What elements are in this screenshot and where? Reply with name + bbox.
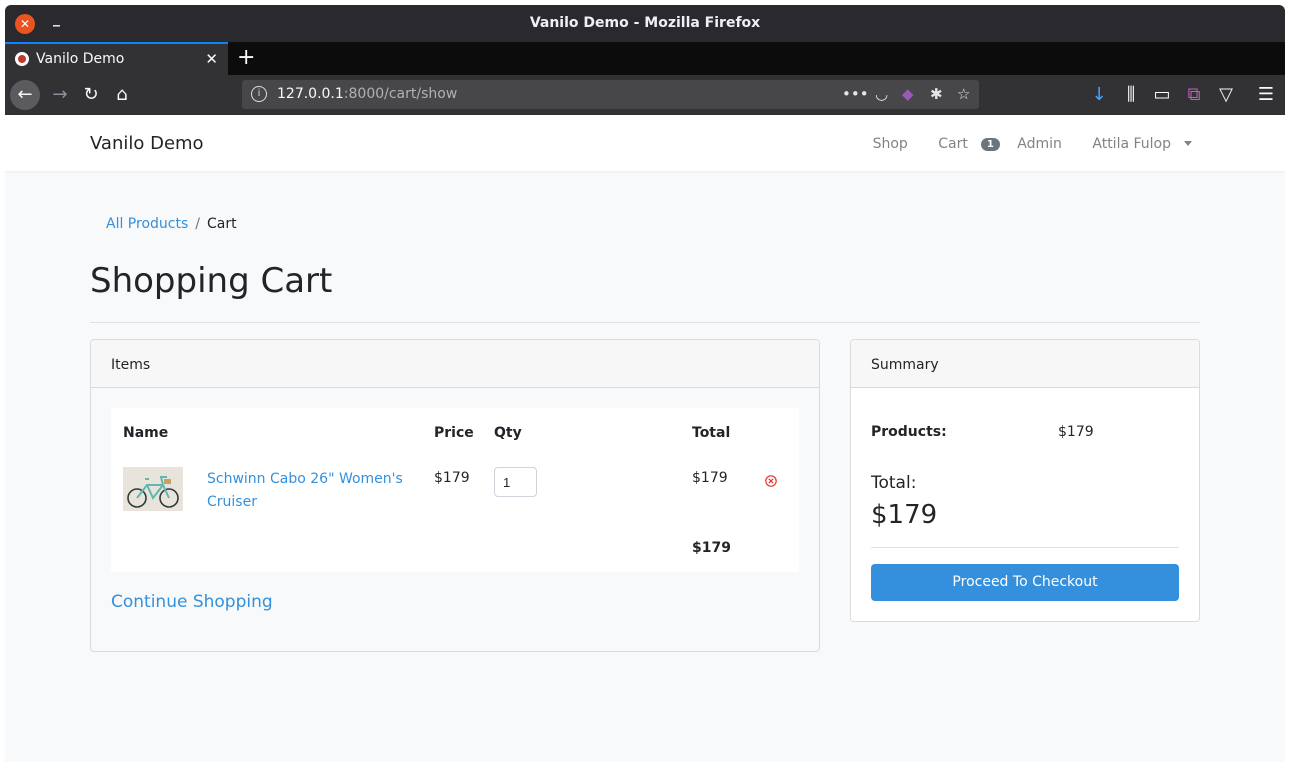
product-name-link[interactable]: Schwinn Cabo 26" Women's Cruiser xyxy=(207,468,407,514)
back-arrow-icon[interactable]: ← xyxy=(10,80,40,110)
cart-count-badge: 1 xyxy=(980,138,1000,151)
cart-grand-total: $179 xyxy=(692,540,731,556)
quantity-input[interactable] xyxy=(494,467,537,497)
title-bar: ✕ _ Vanilo Demo - Mozilla Firefox xyxy=(5,5,1285,42)
bicycle-icon xyxy=(123,467,183,511)
site-nav-links: Shop Cart 1 Admin Attila Fulop xyxy=(860,136,1192,152)
home-icon[interactable]: ⌂ xyxy=(110,83,134,107)
site-favicon-icon xyxy=(15,52,29,66)
extension-icon[interactable]: ◆ xyxy=(902,85,914,103)
forward-arrow-icon[interactable]: → xyxy=(48,83,72,107)
proceed-to-checkout-button[interactable]: Proceed To Checkout xyxy=(871,564,1179,601)
nav-link-shop[interactable]: Shop xyxy=(873,136,908,152)
items-card-header: Items xyxy=(91,340,819,388)
summary-card: Summary Products: $179 Total: $179 Proce… xyxy=(850,339,1200,622)
summary-divider xyxy=(871,547,1179,548)
items-card: Items Name Price Qty Total Schwinn Cabo … xyxy=(90,339,820,652)
site-brand[interactable]: Vanilo Demo xyxy=(90,133,204,154)
column-header-price: Price xyxy=(434,425,474,441)
bookmark-star-icon[interactable]: ☆ xyxy=(957,85,970,103)
reload-icon[interactable]: ↻ xyxy=(79,83,103,107)
summary-products-value: $179 xyxy=(1058,424,1094,440)
tab-label: Vanilo Demo xyxy=(36,51,125,67)
vue-devtools-icon[interactable]: ▽ xyxy=(1214,83,1238,107)
window-title: Vanilo Demo - Mozilla Firefox xyxy=(529,15,761,31)
product-image[interactable] xyxy=(123,467,183,511)
url-bar[interactable]: i 127.0.0.1:8000/cart/show ••• ◡ ◆ ✱ ☆ xyxy=(242,80,979,109)
pocket-icon[interactable]: ◡ xyxy=(875,85,888,103)
breadcrumb: All Products / Cart xyxy=(106,216,237,232)
caret-down-icon xyxy=(1184,141,1192,146)
breadcrumb-all-products[interactable]: All Products xyxy=(106,216,188,232)
column-header-total: Total xyxy=(692,425,731,441)
column-header-name: Name xyxy=(123,425,169,441)
remove-item-icon[interactable] xyxy=(765,475,777,487)
summary-card-header: Summary xyxy=(851,340,1199,388)
title-divider xyxy=(90,322,1200,323)
browser-window: ✕ _ Vanilo Demo - Mozilla Firefox Vanilo… xyxy=(5,5,1285,762)
tab-vanilo-demo[interactable]: Vanilo Demo ✕ xyxy=(5,42,228,75)
containers-icon[interactable]: ⧉ xyxy=(1182,83,1206,107)
column-header-qty: Qty xyxy=(494,425,522,441)
nav-link-admin[interactable]: Admin xyxy=(1017,136,1062,152)
cart-items-table: Name Price Qty Total Schwinn Cabo 26" Wo… xyxy=(111,408,799,572)
continue-shopping-link[interactable]: Continue Shopping xyxy=(111,592,273,612)
summary-total-label: Total: xyxy=(871,473,917,493)
site-info-icon[interactable]: i xyxy=(251,86,267,102)
site-navbar: Vanilo Demo Shop Cart 1 Admin Attila Fulo… xyxy=(5,115,1285,171)
new-tab-icon[interactable]: + xyxy=(237,45,255,70)
summary-products-label: Products: xyxy=(871,424,947,440)
row-total: $179 xyxy=(692,470,728,486)
browser-toolbar: ← → ↻ ⌂ i 127.0.0.1:8000/cart/show ••• ◡… xyxy=(5,75,1285,115)
menu-icon[interactable]: ☰ xyxy=(1254,83,1278,107)
product-price: $179 xyxy=(434,470,470,486)
tab-close-icon[interactable]: ✕ xyxy=(205,50,218,68)
downloads-icon[interactable]: ↓ xyxy=(1087,83,1111,107)
url-text: 127.0.0.1:8000/cart/show xyxy=(277,86,458,102)
library-icon[interactable]: ⫼ xyxy=(1119,83,1143,107)
tab-bar: Vanilo Demo ✕ + xyxy=(5,42,1285,75)
bug-icon[interactable]: ✱ xyxy=(930,85,943,103)
nav-link-cart[interactable]: Cart 1 xyxy=(925,136,1000,152)
page-title: Shopping Cart xyxy=(90,261,333,301)
page-content: Vanilo Demo Shop Cart 1 Admin Attila Fulo… xyxy=(5,115,1285,762)
sidebar-icon[interactable]: ▭ xyxy=(1150,83,1174,107)
summary-total-value: $179 xyxy=(871,500,938,530)
page-actions-icon[interactable]: ••• xyxy=(842,85,869,103)
breadcrumb-current: Cart xyxy=(206,216,237,232)
breadcrumb-separator: / xyxy=(195,216,200,232)
user-dropdown[interactable]: Attila Fulop xyxy=(1079,136,1192,152)
